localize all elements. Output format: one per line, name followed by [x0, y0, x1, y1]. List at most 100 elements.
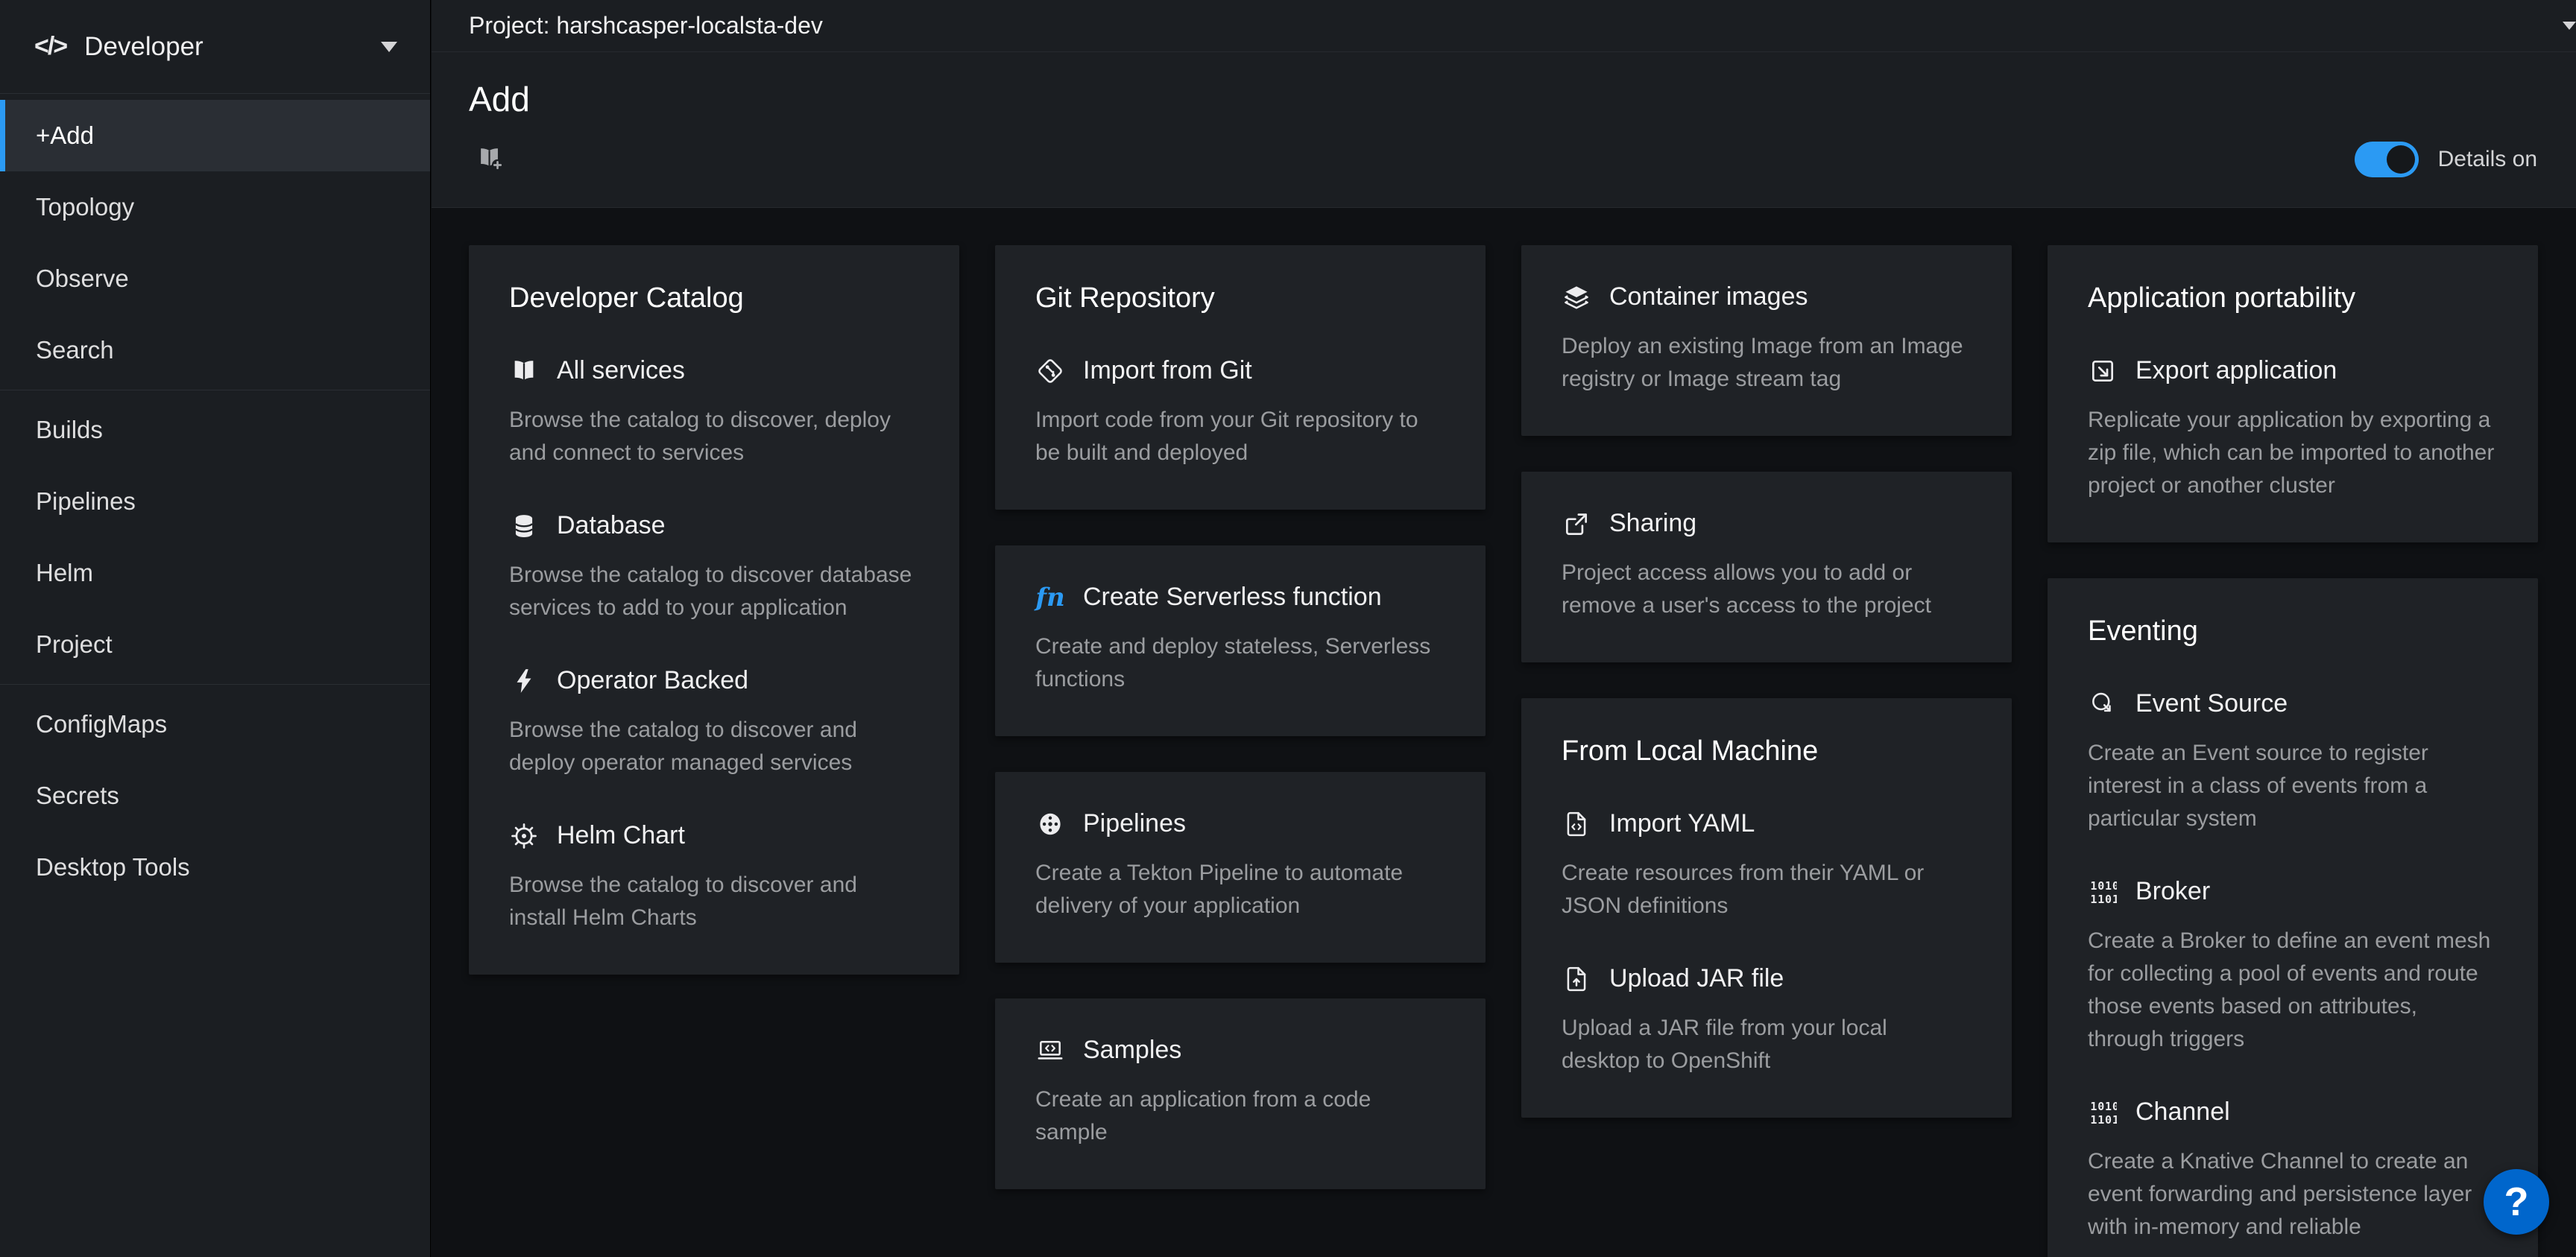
sidebar-item-configmaps[interactable]: ConfigMaps [0, 688, 430, 760]
catalog-item-label: Create Serverless function [1083, 583, 1382, 611]
catalog-item-label: Channel [2135, 1098, 2230, 1126]
catalog-item-description: Create an Event source to register inter… [2088, 737, 2498, 835]
add-card: Developer Catalog All services Browse the … [469, 245, 959, 975]
project-selector[interactable]: Project: harshcasper-localsta-dev [432, 0, 2576, 52]
catalog-item[interactable]: Samples Create an application from a code… [1035, 1036, 1445, 1149]
catalog-item-label: Import from Git [1083, 357, 1252, 384]
binary-icon: 10101101 [2088, 1098, 2118, 1127]
catalog-item-description: Upload a JAR file from your local deskto… [1562, 1012, 1972, 1077]
catalog-item-header: Helm Chart [509, 821, 919, 851]
catalog-item[interactable]: 10101101Broker Create a Broker to define … [2088, 877, 2498, 1056]
catalog-item-label: All services [557, 357, 685, 384]
card-column: Developer Catalog All services Browse the … [469, 245, 959, 975]
perspective-switcher[interactable]: </> Developer [0, 0, 430, 94]
catalog-item-header: Pipelines [1035, 809, 1445, 839]
file-code-icon [1562, 809, 1591, 839]
add-card: Application portabilityExport applicatio… [2048, 245, 2538, 542]
nav-section-divider [0, 684, 430, 685]
catalog-item[interactable]: Upload JAR file Upload a JAR file from yo… [1562, 964, 1972, 1077]
sidebar-item-helm[interactable]: Helm [0, 537, 430, 609]
catalog-item-header: Operator Backed [509, 666, 919, 696]
sidebar-item-search[interactable]: Search [0, 314, 430, 386]
share-icon [1562, 509, 1591, 539]
details-toggle-group: Details on [2355, 142, 2537, 177]
svg-text:1010: 1010 [2090, 1100, 2117, 1113]
catalog-item-header: Sharing [1562, 509, 1972, 539]
catalog-item-label: Sharing [1609, 510, 1696, 537]
card-title: From Local Machine [1562, 735, 1972, 767]
catalog-item[interactable]: fn Create Serverless function Create and d… [1035, 583, 1445, 696]
card-column: Git RepositoryImport from GitImport code… [995, 245, 1486, 1189]
book-plus-icon [469, 137, 512, 179]
catalog-item-description: Deploy an existing Image from an Image r… [1562, 330, 1972, 396]
catalog-item[interactable]: Container images Deploy an existing Image… [1562, 282, 1972, 396]
catalog-item-description: Replicate your application by exporting … [2088, 404, 2498, 502]
sidebar-item-topology[interactable]: Topology [0, 171, 430, 243]
catalog-item-header: Container images [1562, 282, 1972, 312]
details-toggle-label: Details on [2438, 147, 2537, 172]
sidebar-nav: +AddTopologyObserveSearch BuildsPipelines… [0, 94, 430, 903]
catalog-item[interactable]: PipelinesCreate a Tekton Pipeline to aut… [1035, 809, 1445, 922]
chevron-down-icon [2563, 22, 2576, 30]
bolt-icon [509, 666, 539, 696]
catalog-item-header: Import from Git [1035, 356, 1445, 386]
sidebar-item-pipelines[interactable]: Pipelines [0, 466, 430, 537]
fn-icon: fn [1035, 583, 1065, 612]
catalog-item[interactable]: All services Browse the catalog to discov… [509, 356, 919, 469]
catalog-item-header: Database [509, 511, 919, 541]
sidebar-item-builds[interactable]: Builds [0, 394, 430, 466]
project-selector-label: Project: harshcasper-localsta-dev [469, 12, 823, 39]
catalog-item[interactable]: Helm ChartBrowse the catalog to discover… [509, 821, 919, 934]
card-column: Container images Deploy an existing Image… [1521, 245, 2012, 1118]
sidebar-item-project[interactable]: Project [0, 609, 430, 680]
event-source-icon [2088, 689, 2118, 719]
page-title: Add [469, 79, 2537, 119]
add-page-content: Developer Catalog All services Browse the … [432, 208, 2576, 1257]
layers-icon [1562, 282, 1591, 312]
card-column: Application portabilityExport applicatio… [2048, 245, 2538, 1257]
sidebar-item-observe[interactable]: Observe [0, 243, 430, 314]
catalog-item-header: All services [509, 356, 919, 386]
catalog-item-description: Create and deploy stateless, Serverless … [1035, 630, 1445, 696]
toggle-knob [2387, 145, 2415, 174]
card-title: Developer Catalog [509, 282, 919, 314]
database-icon [509, 511, 539, 541]
catalog-item[interactable]: Import from GitImport code from your Git… [1035, 356, 1445, 469]
add-card: Samples Create an application from a code… [995, 998, 1486, 1189]
catalog-item-header: Samples [1035, 1036, 1445, 1066]
catalog-item-label: Pipelines [1083, 810, 1186, 838]
helm-icon [509, 821, 539, 851]
catalog-item-header: 10101101Broker [2088, 877, 2498, 907]
catalog-item[interactable]: Event Source Create an Event source to re… [2088, 689, 2498, 835]
catalog-item[interactable]: Sharing Project access allows you to add … [1562, 509, 1972, 622]
catalog-item-description: Create a Broker to define an event mesh … [2088, 925, 2498, 1056]
catalog-item-description: Project access allows you to add or remo… [1562, 557, 1972, 622]
catalog-item-label: Helm Chart [557, 822, 685, 849]
catalog-item-label: Event Source [2135, 690, 2288, 718]
catalog-item[interactable]: Operator BackedBrowse the catalog to dis… [509, 666, 919, 779]
catalog-item[interactable]: DatabaseBrowse the catalog to discover d… [509, 511, 919, 624]
export-icon [2088, 356, 2118, 386]
binary-icon: 10101101 [2088, 877, 2118, 907]
card-title: Eventing [2088, 615, 2498, 648]
catalog-item-description: Create a Knative Channel to create an ev… [2088, 1145, 2498, 1244]
catalog-item[interactable]: 10101101 Channel Create a Knative Channel … [2088, 1098, 2498, 1244]
sidebar-item-secrets[interactable]: Secrets [0, 760, 430, 832]
add-card: Sharing Project access allows you to add … [1521, 472, 2012, 662]
details-toggle-switch[interactable] [2355, 142, 2419, 177]
catalog-item-label: Upload JAR file [1609, 965, 1784, 992]
help-button[interactable]: ? [2484, 1169, 2549, 1235]
catalog-item-header: Upload JAR file [1562, 964, 1972, 994]
sidebar: </> Developer +AddTopologyObserveSearch B… [0, 0, 431, 1257]
sidebar-item-desktop-tools[interactable]: Desktop Tools [0, 832, 430, 903]
sidebar-item--add[interactable]: +Add [0, 100, 430, 171]
svg-text:1010: 1010 [2090, 879, 2117, 893]
catalog-item-description: Create an application from a code sample [1035, 1083, 1445, 1149]
book-open-icon [509, 356, 539, 386]
catalog-item-description: Browse the catalog to discover, deploy a… [509, 404, 919, 469]
quick-starts-link[interactable] [469, 137, 2537, 179]
file-upload-icon [1562, 964, 1591, 994]
add-card: PipelinesCreate a Tekton Pipeline to aut… [995, 772, 1486, 963]
catalog-item[interactable]: Export applicationReplicate your applica… [2088, 356, 2498, 502]
catalog-item[interactable]: Import YAMLCreate resources from their Y… [1562, 809, 1972, 922]
